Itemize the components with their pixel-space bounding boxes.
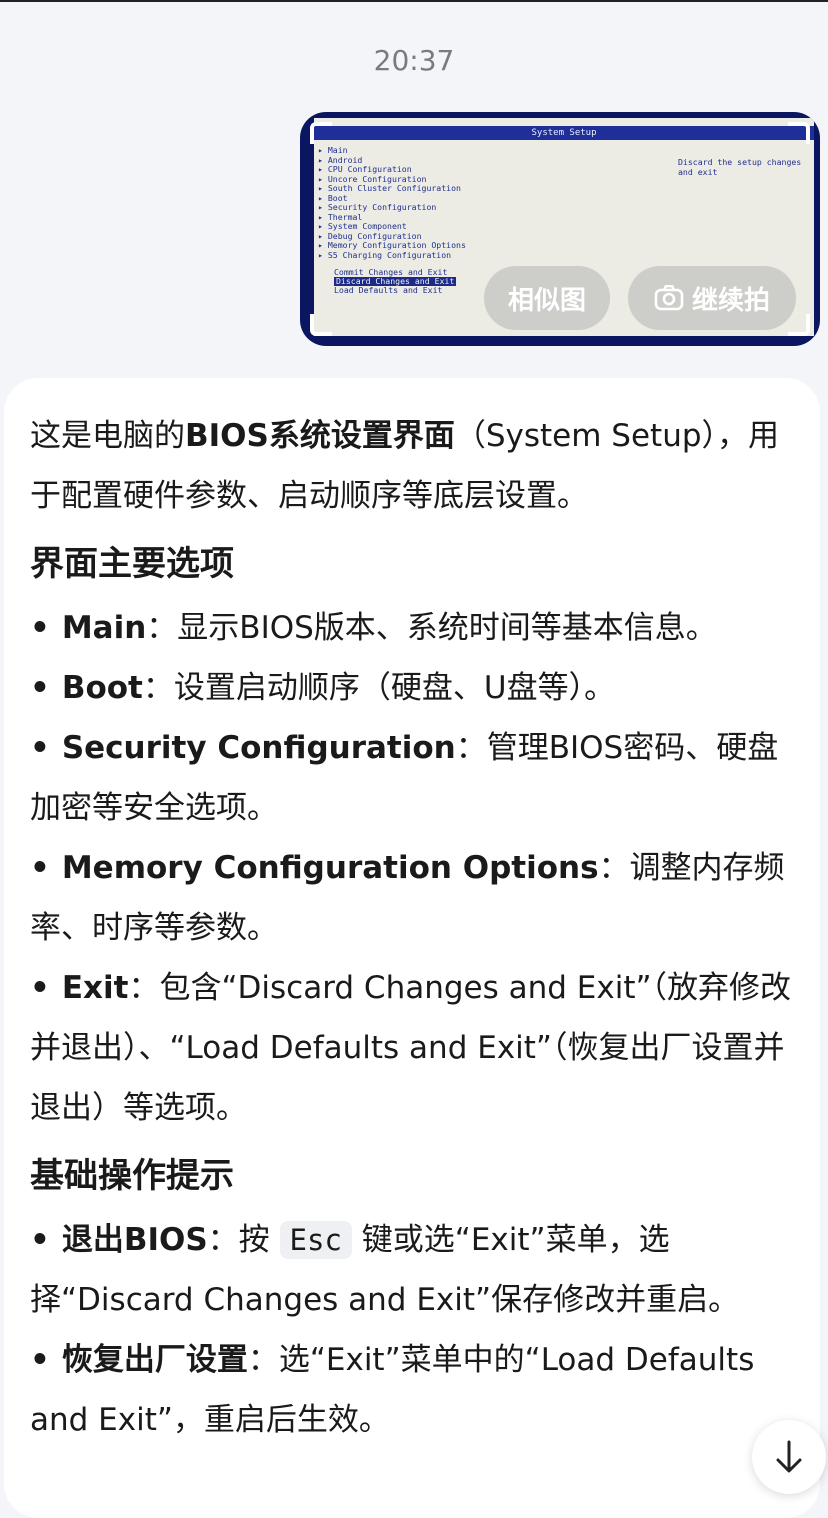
bios-exit-item: Load Defaults and Exit bbox=[334, 285, 443, 295]
heading-options: 界面主要选项 bbox=[30, 544, 234, 584]
bios-title: System Setup bbox=[314, 126, 814, 140]
bullet-icon: • bbox=[30, 1342, 50, 1378]
frame-corner-icon bbox=[788, 122, 810, 144]
answer-content: 这是电脑的BIOS系统设置界面（System Setup），用于配置硬件参数、启… bbox=[30, 406, 800, 1450]
list-item: • Exit：包含“Discard Changes and Exit”（放弃修改并… bbox=[30, 970, 792, 1126]
list-item: • Boot：设置启动顺序（硬盘、U盘等）。 bbox=[30, 670, 616, 706]
camera-icon bbox=[654, 285, 684, 311]
frame-corner-icon bbox=[788, 314, 810, 336]
top-edge bbox=[0, 0, 828, 2]
bullet-icon: • bbox=[30, 730, 50, 766]
timestamp: 20:37 bbox=[373, 44, 455, 77]
bios-menu: ▸ Main ▸ Android ▸ CPU Configuration ▸ U… bbox=[318, 145, 466, 260]
bios-menu-item: ▸ S5 Charging Configuration bbox=[318, 249, 452, 260]
frame-corner-icon bbox=[310, 122, 332, 144]
photo-thumbnail[interactable]: System Setup ▸ Main ▸ Android ▸ CPU Conf… bbox=[300, 112, 820, 346]
continue-shooting-button[interactable]: 继续拍 bbox=[628, 266, 796, 330]
esc-key-chip: Esc bbox=[279, 1221, 352, 1259]
list-item: • 退出BIOS：按 Esc 键或选“Exit”菜单，选择“Discard Cha… bbox=[30, 1221, 740, 1318]
list-item: • Main：显示BIOS版本、系统时间等基本信息。 bbox=[30, 610, 717, 646]
continue-shooting-label: 继续拍 bbox=[691, 285, 770, 316]
bullet-icon: • bbox=[30, 670, 50, 706]
answer-card: 这是电脑的BIOS系统设置界面（System Setup），用于配置硬件参数、启… bbox=[4, 378, 820, 1518]
frame-corner-icon bbox=[310, 314, 332, 336]
bios-exit-list: Commit Changes and Exit Discard Changes … bbox=[334, 268, 457, 295]
intro-paragraph: 这是电脑的BIOS系统设置界面（System Setup），用于配置硬件参数、启… bbox=[30, 418, 780, 514]
similar-images-label: 相似图 bbox=[507, 285, 586, 316]
heading-tips: 基础操作提示 bbox=[30, 1156, 234, 1196]
bullet-icon: • bbox=[30, 1222, 50, 1258]
similar-images-button[interactable]: 相似图 bbox=[484, 266, 610, 330]
list-item: • 恢复出厂设置：选“Exit”菜单中的“Load Defaults and Ex… bbox=[30, 1342, 755, 1438]
arrow-down-icon bbox=[776, 1440, 802, 1473]
list-item: • Security Configuration：管理BIOS密码、硬盘加密等安全… bbox=[30, 730, 779, 826]
bios-help-text: Discard the setup changes and exit bbox=[678, 157, 802, 177]
bullet-icon: • bbox=[30, 970, 50, 1006]
bullet-icon: • bbox=[30, 610, 50, 646]
scroll-down-button[interactable] bbox=[752, 1420, 826, 1494]
list-item: • Memory Configuration Options：调整内存频率、时序等… bbox=[30, 850, 785, 946]
bullet-icon: • bbox=[30, 850, 50, 886]
